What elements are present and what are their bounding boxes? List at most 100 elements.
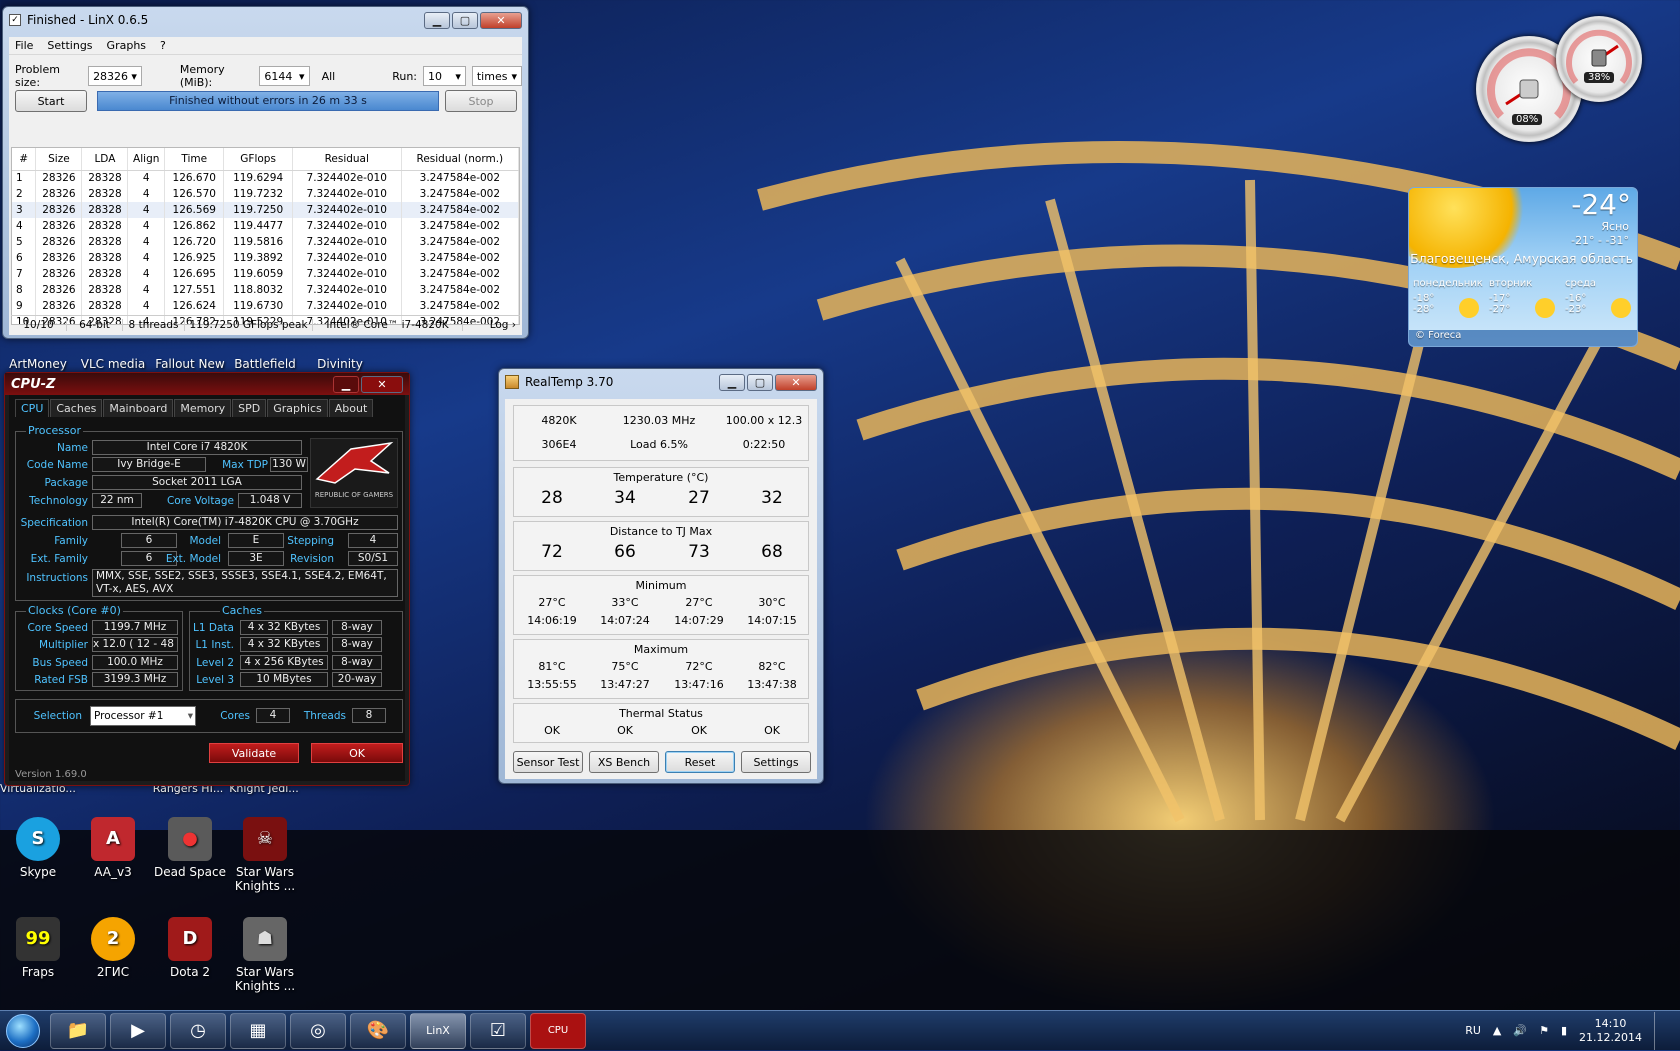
memory-select[interactable]: 6144 ▾ <box>259 66 310 86</box>
tab-about[interactable]: About <box>328 399 374 417</box>
table-cell: 28328 <box>81 218 129 234</box>
minimize-button[interactable]: ▁ <box>424 11 450 29</box>
menu-file[interactable]: File <box>15 39 33 52</box>
tab-cpu[interactable]: CPU <box>15 399 50 417</box>
reset-button[interactable]: Reset <box>665 751 735 773</box>
cpuz-titlebar[interactable]: CPU-Z ▁ ✕ <box>5 373 409 395</box>
log-button[interactable]: Log › <box>490 319 520 331</box>
table-row[interactable]: 4 28326 28328 4 126.862 119.4477 7.324402e-010… <box>12 218 519 234</box>
group-label: Processor <box>26 424 83 437</box>
column-header[interactable]: Time <box>164 148 225 171</box>
desktop-icon-skype[interactable]: S Skype <box>2 817 74 879</box>
menu-settings[interactable]: Settings <box>47 39 92 52</box>
maximize-button[interactable]: ▢ <box>747 373 773 391</box>
table-row[interactable]: 9 28326 28328 4 126.624 119.6730 7.324402e-010… <box>12 298 519 314</box>
desktop-icon-dota2[interactable]: D Dota 2 <box>154 917 226 979</box>
taskbar-calculator[interactable]: ▦ <box>230 1012 286 1049</box>
menu-graphs[interactable]: Graphs <box>107 39 146 52</box>
taskbar-cpuz[interactable]: CPU <box>530 1012 586 1049</box>
run-select[interactable]: 10 ▾ <box>423 66 466 86</box>
group-label: Caches <box>220 604 264 617</box>
table-cell: 7.324402e-010 <box>292 202 402 218</box>
desktop-icon-vlc[interactable]: VLC media <box>77 357 149 371</box>
network-icon[interactable]: ▮ <box>1561 1024 1567 1037</box>
table-row[interactable]: 8 28326 28328 4 127.551 118.8032 7.324402e-010… <box>12 282 519 298</box>
chevron-down-icon: ▾ <box>511 69 517 83</box>
close-button[interactable]: ✕ <box>361 375 403 393</box>
tab-spd[interactable]: SPD <box>232 399 267 417</box>
tray-expand-icon[interactable]: ▲ <box>1493 1024 1501 1037</box>
show-desktop-button[interactable] <box>1654 1011 1668 1050</box>
tab-memory[interactable]: Memory <box>174 399 232 417</box>
language-indicator[interactable]: RU <box>1465 1024 1481 1037</box>
desktop-icon-aa[interactable]: A AA_v3 <box>77 817 149 879</box>
problem-size-select[interactable]: 28326 ▾ <box>88 66 142 86</box>
desktop-icon-starwars-1[interactable]: ☠ Star Wars Knights ... <box>229 817 301 893</box>
table-row[interactable]: 7 28326 28328 4 126.695 119.6059 7.324402e-010… <box>12 266 519 282</box>
table-row[interactable]: 2 28326 28328 4 126.570 119.7232 7.324402e-010… <box>12 186 519 202</box>
taskbar-chrome[interactable]: ◎ <box>290 1012 346 1049</box>
minimize-button[interactable]: ▁ <box>719 373 745 391</box>
linx-titlebar[interactable]: ✓ Finished - LinX 0.6.5 ▁ ▢ ✕ <box>3 7 528 33</box>
column-header[interactable]: # <box>12 148 37 171</box>
column-header[interactable]: Residual <box>292 148 402 171</box>
column-header[interactable]: LDA <box>81 148 129 171</box>
weather-gadget[interactable]: -24° Ясно -21° - -31° Благовещенск, Амур… <box>1408 187 1638 347</box>
all-button[interactable]: All <box>322 70 336 83</box>
validate-button[interactable]: Validate <box>209 743 299 763</box>
core2-distance: 73 <box>688 542 710 562</box>
table-row[interactable]: 6 28326 28328 4 126.925 119.3892 7.324402e-010… <box>12 250 519 266</box>
desktop-icon-deadspace[interactable]: ● Dead Space <box>154 817 226 879</box>
desktop-icon-divinity[interactable]: Divinity <box>304 357 376 371</box>
desktop-icon-artmoney[interactable]: ArtMoney <box>2 357 74 371</box>
xs-bench-button[interactable]: XS Bench <box>589 751 659 773</box>
menu-help[interactable]: ? <box>160 39 166 52</box>
core3-status: OK <box>764 724 780 737</box>
rated-fsb-label: Rated FSB <box>34 674 88 686</box>
temperature-label: Temperature (°C) <box>613 471 709 484</box>
taskbar-checklist[interactable]: ☑ <box>470 1012 526 1049</box>
table-cell: 7.324402e-010 <box>292 266 402 282</box>
tab-graphics[interactable]: Graphics <box>267 399 328 417</box>
start-button[interactable]: Start <box>15 90 87 112</box>
settings-button[interactable]: Settings <box>741 751 811 773</box>
start-button[interactable] <box>0 1011 46 1051</box>
tab-mainboard[interactable]: Mainboard <box>103 399 174 417</box>
column-header[interactable]: Residual (norm.) <box>401 148 519 171</box>
memory-gauge[interactable]: 38% <box>1556 16 1642 102</box>
clock[interactable]: 14:10 21.12.2014 <box>1579 1017 1642 1045</box>
maximize-button[interactable]: ▢ <box>452 11 478 29</box>
desktop-icon-2gis[interactable]: 2 2ГИС <box>77 917 149 979</box>
processor-select[interactable]: Processor #1 ▾ <box>90 706 196 726</box>
table-cell: 4 <box>127 186 166 202</box>
minimize-button[interactable]: ▁ <box>333 375 359 393</box>
taskbar-media-player[interactable]: ▶ <box>110 1012 166 1049</box>
run-unit-select[interactable]: times ▾ <box>471 66 522 86</box>
table-cell: 126.624 <box>164 298 225 314</box>
taskbar-clock-app[interactable]: ◷ <box>170 1012 226 1049</box>
weather-source-link[interactable]: © Foreca <box>1409 330 1637 346</box>
close-button[interactable]: ✕ <box>480 11 522 29</box>
table-cell: 3.247584e-002 <box>401 282 519 298</box>
volume-icon[interactable]: 🔊 <box>1513 1024 1527 1037</box>
table-row[interactable]: 5 28326 28328 4 126.720 119.5816 7.324402e-010… <box>12 234 519 250</box>
table-row[interactable]: 1 28326 28328 4 126.670 119.6294 7.324402e-010… <box>12 170 519 186</box>
column-header[interactable]: Size <box>35 148 83 171</box>
sensor-test-button[interactable]: Sensor Test <box>513 751 583 773</box>
desktop-icon-starwars-2[interactable]: ☗ Star Wars Knights ... <box>229 917 301 993</box>
table-row[interactable]: 3 28326 28328 4 126.569 119.7250 7.324402e-010… <box>12 202 519 218</box>
close-button[interactable]: ✕ <box>775 373 817 391</box>
desktop-icon-fallout[interactable]: Fallout New <box>154 357 226 371</box>
desktop-icon-fraps[interactable]: 99 Fraps <box>2 917 74 979</box>
tab-caches[interactable]: Caches <box>50 399 103 417</box>
column-header[interactable]: Align <box>127 148 166 171</box>
realtemp-titlebar[interactable]: RealTemp 3.70 ▁ ▢ ✕ <box>499 369 823 395</box>
stop-button[interactable]: Stop <box>445 90 517 112</box>
taskbar-linx[interactable]: LinX <box>410 1012 466 1049</box>
rated-fsb-value: 3199.3 MHz <box>92 672 178 687</box>
taskbar-explorer[interactable]: 📁 <box>50 1012 106 1049</box>
column-header[interactable]: GFlops <box>223 148 293 171</box>
flag-icon[interactable]: ⚑ <box>1539 1024 1549 1037</box>
taskbar-paint[interactable]: 🎨 <box>350 1012 406 1049</box>
ok-button[interactable]: OK <box>311 743 403 763</box>
